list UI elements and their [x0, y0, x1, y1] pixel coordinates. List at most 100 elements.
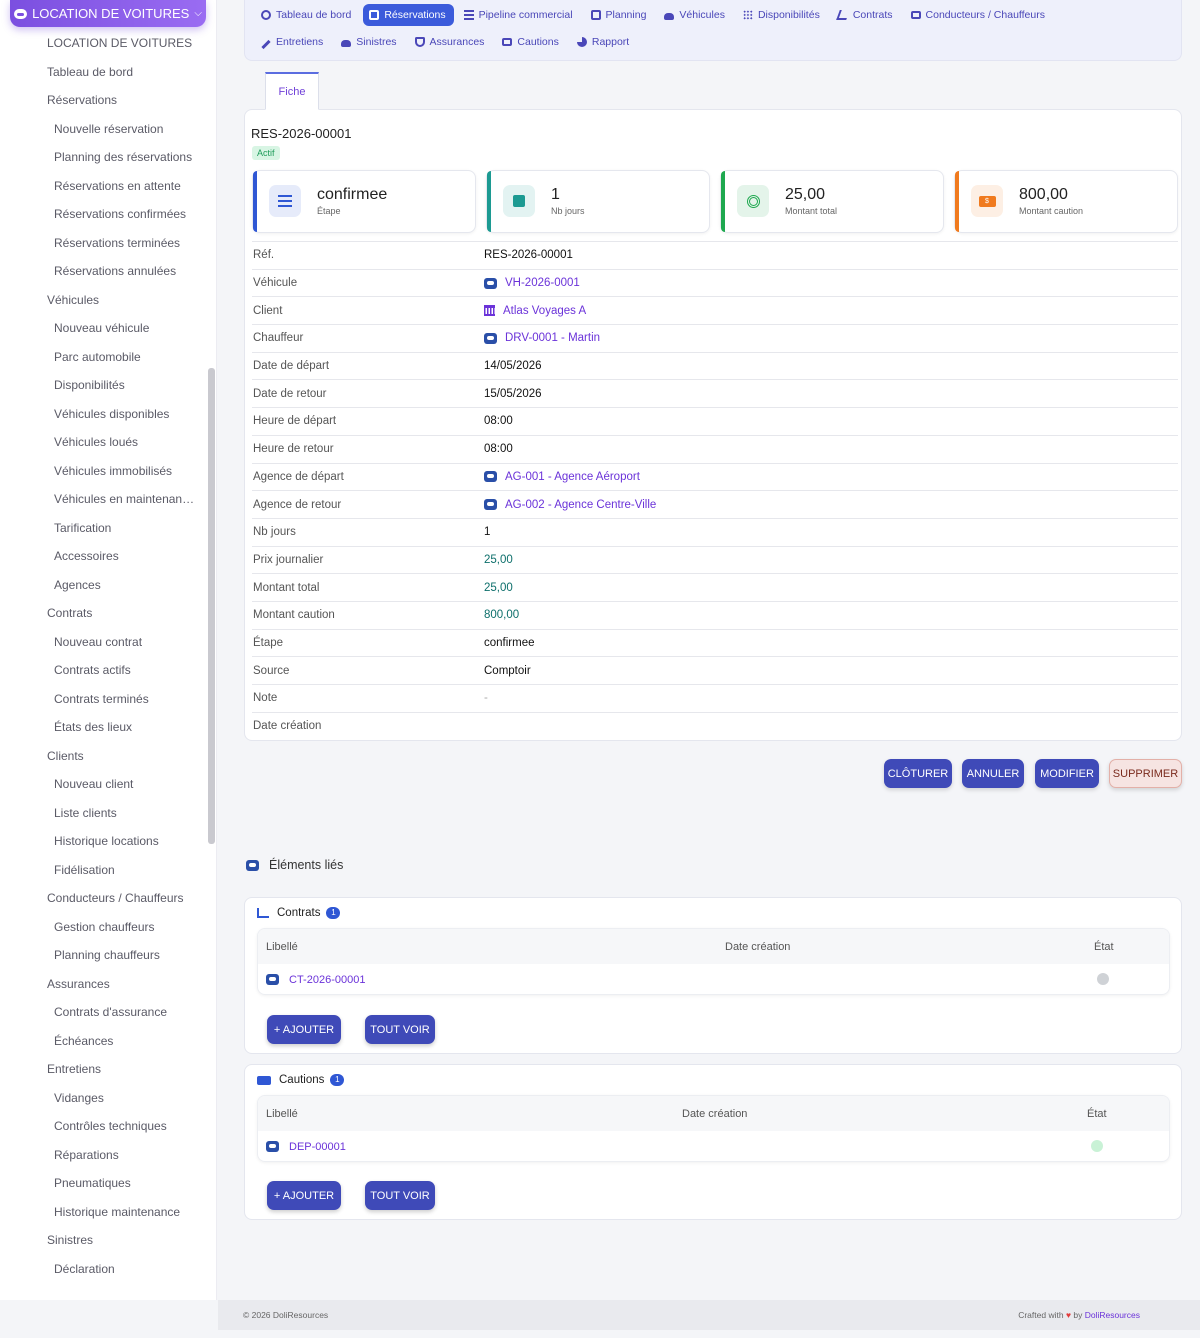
sidebar-item[interactable]: Véhicules en maintenan… [0, 485, 205, 514]
field-value-text: confirmee [484, 636, 535, 649]
top-nav-item[interactable]: Cautions [496, 31, 566, 53]
contract-link[interactable]: CT-2026-00001 [289, 974, 365, 986]
sidebar-item[interactable]: Clients [0, 742, 205, 771]
sidebar-item[interactable]: Réservations [0, 86, 205, 115]
sidebar-item[interactable]: Agences [0, 571, 205, 600]
top-nav-label: Disponibilités [757, 9, 820, 21]
deposits-panel-header: Cautions 1 [257, 1074, 345, 1086]
close-button[interactable]: CLÔTURER [884, 759, 952, 788]
sidebar-item[interactable]: Nouveau véhicule [0, 314, 205, 343]
top-nav-item[interactable]: Planning [585, 4, 655, 26]
deposit-link[interactable]: DEP-00001 [289, 1141, 346, 1153]
sidebar-item[interactable]: Tableau de bord [0, 58, 205, 87]
column-header-status: État [1094, 940, 1114, 953]
sidebar-item[interactable]: Sinistres [0, 1226, 205, 1255]
add-contract-button[interactable]: + AJOUTER [267, 1015, 341, 1044]
top-nav-item[interactable]: Contrats [832, 4, 901, 26]
sidebar-item[interactable]: Accessoires [0, 542, 205, 571]
top-nav-item[interactable]: Entretiens [255, 31, 331, 53]
table-row[interactable]: CT-2026-00001 [258, 964, 1169, 994]
sidebar-item[interactable]: Contrats [0, 599, 205, 628]
sidebar-item[interactable]: Déclaration [0, 1255, 205, 1284]
field-value[interactable]: AG-001 - Agence Aéroport [484, 471, 640, 483]
bars-icon [278, 195, 292, 207]
sidebar-item[interactable]: Entretiens [0, 1055, 205, 1084]
tab-fiche[interactable]: Fiche [265, 72, 319, 110]
sidebar-item[interactable]: Nouvelle réservation [0, 115, 205, 144]
record-ref-title: RES-2026-00001 [251, 126, 352, 141]
sidebar-item[interactable]: Véhicules loués [0, 428, 205, 457]
field-value-text: Atlas Voyages A [503, 304, 587, 317]
top-nav-label: Planning [605, 9, 647, 21]
field-value: 800,00 [484, 609, 519, 621]
field-label: Client [253, 304, 283, 317]
sidebar-item[interactable]: Conducteurs / Chauffeurs [0, 884, 205, 913]
sidebar-item[interactable]: Vidanges [0, 1084, 205, 1113]
add-deposit-button[interactable]: + AJOUTER [267, 1181, 341, 1210]
field-label: Véhicule [253, 277, 298, 290]
footer-brand-link[interactable]: DoliResources [1085, 1310, 1140, 1320]
sidebar-item[interactable]: Réservations en attente [0, 172, 205, 201]
sidebar-item[interactable]: Contrats terminés [0, 685, 205, 714]
sidebar-item[interactable]: Gestion chauffeurs [0, 913, 205, 942]
sidebar-item[interactable]: Assurances [0, 970, 205, 999]
top-nav-item[interactable]: Pipeline commercial [458, 4, 581, 26]
sidebar-item[interactable]: Planning chauffeurs [0, 941, 205, 970]
field-row: Chauffeur DRV-0001 - Martin [252, 324, 1178, 352]
view-all-contracts-button[interactable]: TOUT VOIR [365, 1015, 435, 1044]
view-all-deposits-button[interactable]: TOUT VOIR [365, 1181, 435, 1210]
delete-button[interactable]: SUPPRIMER [1109, 759, 1182, 788]
top-nav-item[interactable]: Conducteurs / Chauffeurs [905, 4, 1053, 26]
sidebar-item[interactable]: Disponibilités [0, 371, 205, 400]
field-value-text: AG-002 - Agence Centre-Ville [505, 498, 657, 511]
table-row[interactable]: DEP-00001 [258, 1131, 1169, 1161]
field-row: Date de départ 14/05/2026 [252, 351, 1178, 380]
top-nav-row-1: Tableau de bord Réservations Pipeline comm… [255, 4, 1053, 26]
car-object-icon [484, 332, 497, 344]
module-menu-header[interactable]: LOCATION DE VOITURES ⌵ [10, 0, 206, 27]
sidebar-item[interactable]: Tarification [0, 514, 205, 543]
sidebar-item[interactable]: LOCATION DE VOITURES [0, 29, 205, 58]
sidebar-item[interactable]: Véhicules disponibles [0, 400, 205, 429]
sidebar-item[interactable]: Véhicules [0, 286, 205, 315]
sidebar-item[interactable]: Réservations annulées [0, 257, 205, 286]
sidebar-item[interactable]: États des lieux [0, 713, 205, 742]
field-value-text: DRV-0001 - Martin [505, 332, 601, 345]
sidebar-item[interactable]: Liste clients [0, 799, 205, 828]
cancel-button[interactable]: ANNULER [962, 759, 1024, 788]
sidebar-item[interactable]: Réparations [0, 1141, 205, 1170]
sidebar-item[interactable]: Historique locations [0, 827, 205, 856]
top-nav-item[interactable]: Sinistres [335, 31, 404, 53]
sidebar-item[interactable]: Réservations terminées [0, 229, 205, 258]
edit-button[interactable]: MODIFIER [1035, 759, 1099, 788]
sidebar-item[interactable]: Historique maintenance [0, 1198, 205, 1227]
field-value[interactable]: Atlas Voyages A [484, 305, 586, 317]
field-value[interactable]: DRV-0001 - Martin [484, 332, 600, 344]
field-value-text: 15/05/2026 [484, 387, 542, 400]
sidebar-item[interactable]: Contrats d'assurance [0, 998, 205, 1027]
sidebar-item[interactable]: Fidélisation [0, 856, 205, 885]
sidebar-item[interactable]: Pneumatiques [0, 1169, 205, 1198]
sidebar-item[interactable]: Nouveau client [0, 770, 205, 799]
sidebar-item[interactable]: Parc automobile [0, 343, 205, 372]
top-nav-label: Contrats [852, 9, 893, 21]
field-value[interactable]: VH-2026-0001 [484, 277, 580, 289]
sidebar-item[interactable]: Planning des réservations [0, 143, 205, 172]
field-value[interactable]: AG-002 - Agence Centre-Ville [484, 499, 656, 511]
sidebar-item[interactable]: Réservations confirmées [0, 200, 205, 229]
stat-label: Nb jours [551, 206, 585, 216]
sidebar-item[interactable]: Contrôles techniques [0, 1112, 205, 1141]
top-nav-item[interactable]: Tableau de bord [255, 4, 359, 26]
sidebar-item[interactable]: Véhicules immobilisés [0, 457, 205, 486]
top-nav-item[interactable]: Réservations [363, 4, 454, 26]
top-nav-item[interactable]: Véhicules [658, 4, 733, 26]
stat-label: Montant caution [1019, 206, 1084, 216]
sidebar-item[interactable]: Nouveau contrat [0, 628, 205, 657]
top-nav-item[interactable]: Disponibilités [737, 4, 828, 26]
status-dot [1091, 1140, 1103, 1152]
sidebar-item[interactable]: Échéances [0, 1027, 205, 1056]
sidebar-scrollbar[interactable] [208, 368, 215, 844]
top-nav-item[interactable]: Assurances [409, 31, 493, 53]
sidebar-item[interactable]: Contrats actifs [0, 656, 205, 685]
top-nav-item[interactable]: Rapport [571, 31, 637, 53]
